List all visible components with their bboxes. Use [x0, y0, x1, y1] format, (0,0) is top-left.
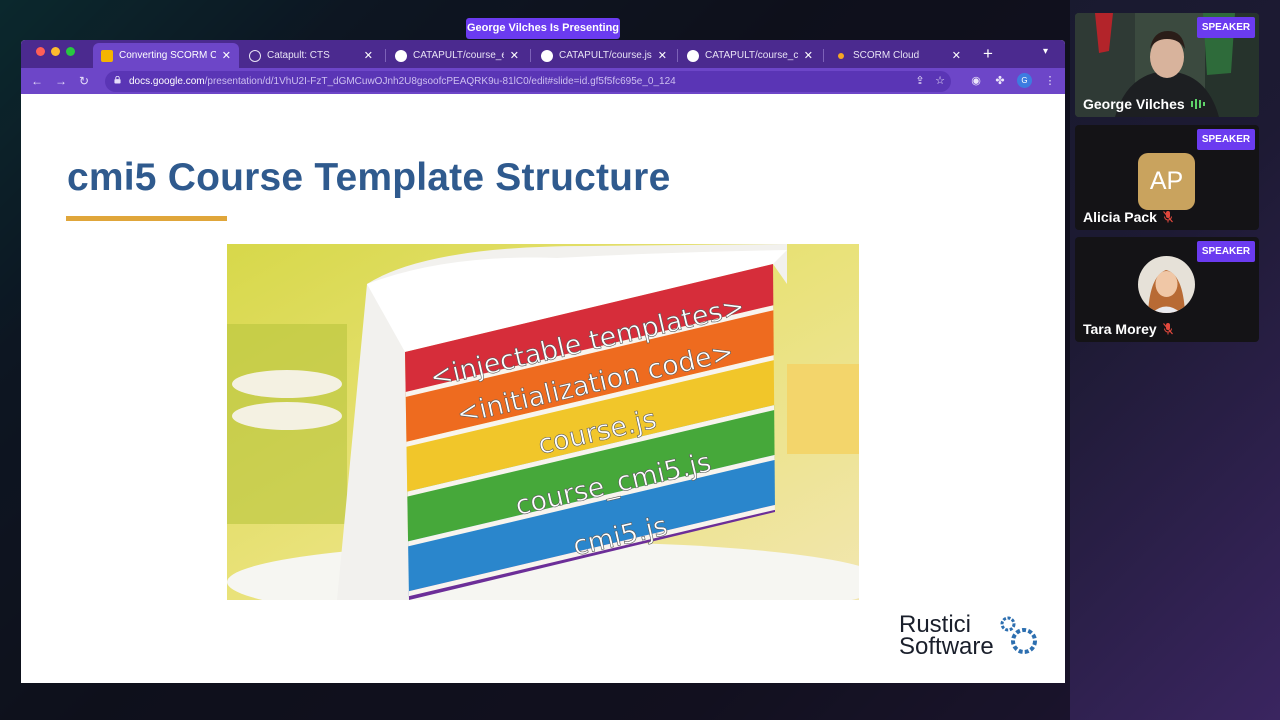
- close-icon[interactable]: ✕: [510, 49, 519, 62]
- url-text: docs.google.com/presentation/d/1VhU2I-Fz…: [129, 71, 676, 92]
- maximize-window-button[interactable]: [66, 47, 75, 56]
- close-window-button[interactable]: [36, 47, 45, 56]
- scorm-cloud-icon: [835, 50, 847, 62]
- tab-label: CATAPULT/course_exa: [413, 50, 504, 61]
- tab-separator: [677, 49, 678, 62]
- participant-name: George Vilches: [1083, 96, 1205, 112]
- initials-avatar: AP: [1138, 153, 1195, 210]
- minimize-window-button[interactable]: [51, 47, 60, 56]
- google-slides-icon: [101, 49, 113, 62]
- github-icon: [687, 49, 699, 62]
- gear-icon: [1000, 616, 1037, 654]
- slide-title: cmi5 Course Template Structure: [67, 156, 671, 199]
- participant-name-text: Tara Morey: [1083, 321, 1157, 337]
- lock-icon: [114, 76, 121, 84]
- new-tab-button[interactable]: +: [983, 44, 993, 64]
- participant-name-text: George Vilches: [1083, 96, 1185, 112]
- tab-separator: [823, 49, 824, 62]
- title-underline: [66, 216, 227, 221]
- kebab-menu-icon[interactable]: ⋮: [1043, 74, 1057, 88]
- url-path: /presentation/d/1VhU2I-FzT_dGMCuwOJnh2U8…: [204, 76, 676, 87]
- url-host: docs.google.com: [129, 76, 205, 87]
- tab-label: Catapult: CTS: [267, 50, 330, 61]
- close-icon[interactable]: ✕: [952, 49, 961, 62]
- tab-catapult-course-cmi5[interactable]: CATAPULT/course_cm ✕: [679, 43, 821, 68]
- github-icon: [541, 49, 553, 62]
- speaker-badge: SPEAKER: [1197, 17, 1255, 38]
- tab-label: CATAPULT/course_cm: [705, 50, 798, 61]
- muted-mic-icon: [1162, 323, 1173, 335]
- participant-tile-alicia[interactable]: SPEAKER AP Alicia Pack: [1075, 125, 1259, 230]
- close-icon[interactable]: ✕: [804, 49, 813, 62]
- share-icon[interactable]: ⇪: [913, 74, 927, 88]
- tab-separator: [385, 49, 386, 62]
- tab-catapult-course-js[interactable]: CATAPULT/course.js a ✕: [533, 43, 675, 68]
- back-arrow-icon[interactable]: ←: [31, 73, 43, 89]
- puzzle-extensions-icon[interactable]: ✤: [993, 74, 1007, 88]
- tab-separator: [530, 49, 531, 62]
- tab-scorm-cloud[interactable]: SCORM Cloud ✕: [827, 43, 969, 68]
- address-bar[interactable]: docs.google.com/presentation/d/1VhU2I-Fz…: [105, 71, 951, 92]
- participant-name: Alicia Pack: [1083, 209, 1173, 225]
- participant-name-text: Alicia Pack: [1083, 209, 1157, 225]
- tab-catapult-course-example[interactable]: CATAPULT/course_exa ✕: [387, 43, 527, 68]
- presenting-banner: George Vilches Is Presenting: [466, 18, 620, 39]
- participant-photo-avatar: [1138, 256, 1195, 313]
- muted-mic-icon: [1162, 211, 1173, 223]
- browser-window: Converting SCORM Co ✕ Catapult: CTS ✕ CA…: [21, 40, 1065, 683]
- browser-toolbar: ← → ↻ docs.google.com/presentation/d/1Vh…: [21, 68, 1065, 94]
- globe-icon: [249, 49, 261, 62]
- close-icon[interactable]: ✕: [658, 49, 667, 62]
- rainbow-cake-image: <injectable templates> <initialization c…: [227, 244, 859, 600]
- tab-catapult-cts[interactable]: Catapult: CTS ✕: [241, 43, 381, 68]
- rustici-software-logo: Rustici Software: [899, 613, 1049, 665]
- tab-label: SCORM Cloud: [853, 50, 920, 61]
- tab-strip: Converting SCORM Co ✕ Catapult: CTS ✕ CA…: [21, 40, 1065, 68]
- tab-search-chevron-icon[interactable]: ▾: [1043, 46, 1048, 57]
- participant-tile-tara[interactable]: SPEAKER Tara Morey: [1075, 237, 1259, 342]
- profile-avatar[interactable]: G: [1017, 73, 1032, 88]
- reload-icon[interactable]: ↻: [79, 73, 89, 89]
- close-icon[interactable]: ✕: [222, 49, 231, 62]
- extension-g-icon[interactable]: ◉: [969, 74, 983, 88]
- tab-google-slides[interactable]: Converting SCORM Co ✕: [93, 43, 239, 68]
- participant-name: Tara Morey: [1083, 321, 1173, 337]
- logo-line-2: Software: [899, 633, 994, 660]
- presentation-slide: cmi5 Course Template Structure <injectab…: [21, 94, 1065, 683]
- forward-arrow-icon[interactable]: →: [55, 73, 67, 89]
- bookmark-star-icon[interactable]: ☆: [933, 74, 947, 88]
- github-icon: [395, 49, 407, 62]
- participant-tile-george[interactable]: SPEAKER George Vilches: [1075, 13, 1259, 117]
- tab-label: Converting SCORM Co: [119, 50, 216, 61]
- close-icon[interactable]: ✕: [364, 49, 373, 62]
- tab-label: CATAPULT/course.js a: [559, 50, 652, 61]
- speaker-badge: SPEAKER: [1197, 241, 1255, 262]
- audio-level-icon: [1190, 99, 1205, 109]
- speaker-badge: SPEAKER: [1197, 129, 1255, 150]
